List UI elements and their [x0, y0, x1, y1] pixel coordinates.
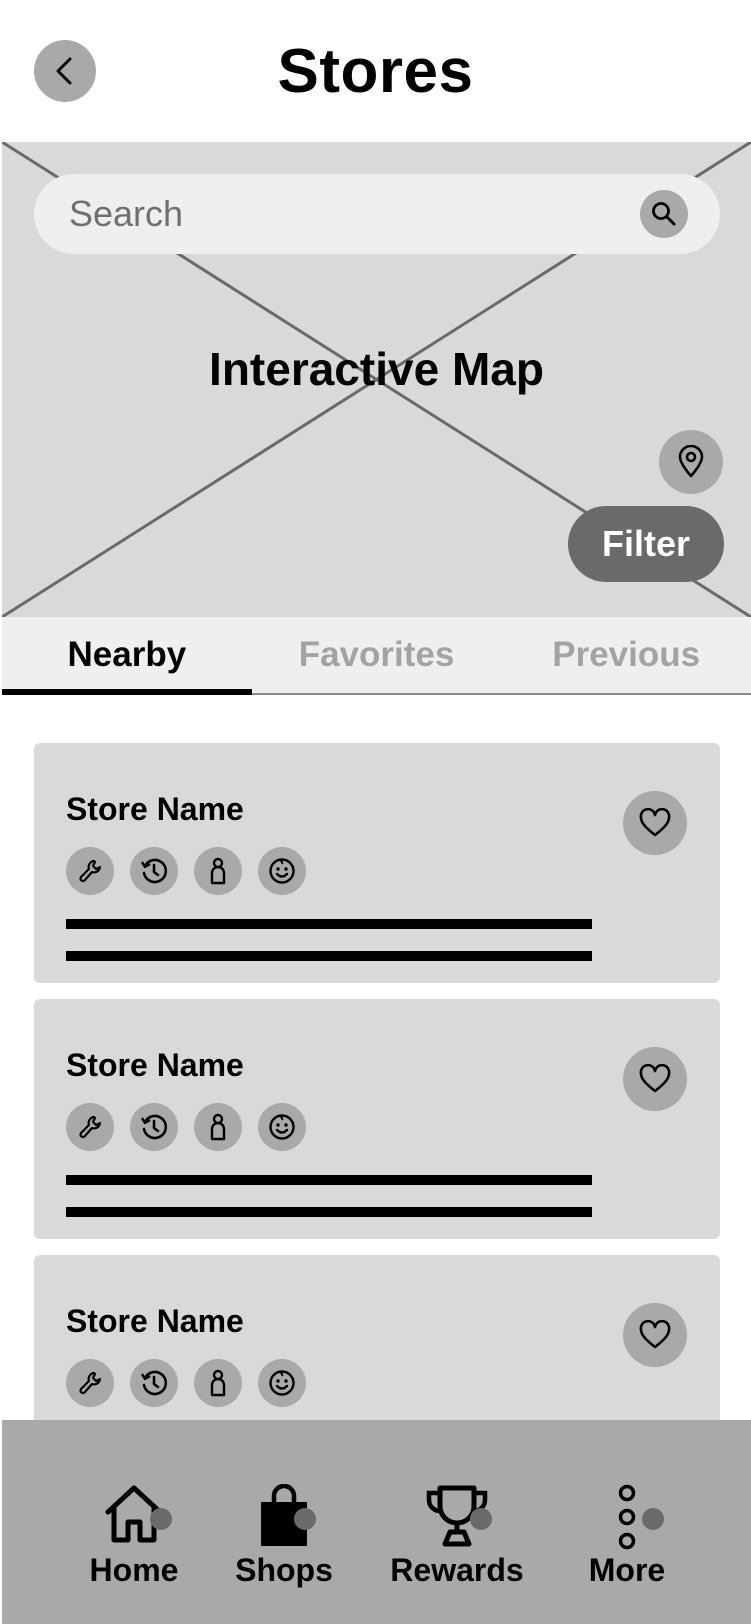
search-bar: [34, 174, 720, 254]
text-placeholder-line: [66, 919, 592, 929]
text-placeholder-line: [66, 951, 592, 961]
notification-dot: [294, 1508, 316, 1530]
nav-more[interactable]: More: [572, 1420, 682, 1624]
tab-previous[interactable]: Previous: [501, 617, 751, 693]
nav-rewards[interactable]: Rewards: [382, 1420, 532, 1624]
smiley-icon: [258, 847, 306, 895]
store-tabs: Nearby Favorites Previous: [2, 617, 751, 695]
favorite-button[interactable]: [623, 791, 687, 855]
service-icons: [66, 1359, 306, 1407]
history-icon: [130, 1359, 178, 1407]
nav-label-rewards: Rewards: [390, 1552, 524, 1588]
history-icon: [130, 847, 178, 895]
interactive-map[interactable]: Interactive Map Filter: [2, 142, 751, 617]
map-pin-icon: [678, 445, 704, 478]
nav-label-more: More: [588, 1552, 666, 1588]
store-name: Store Name: [66, 1047, 244, 1083]
store-card[interactable]: Store Name: [34, 999, 720, 1239]
text-placeholder-line: [66, 1175, 592, 1185]
wrench-icon: [66, 1359, 114, 1407]
my-location-button[interactable]: [659, 430, 723, 494]
page-title: Stores: [277, 37, 474, 106]
history-icon: [130, 1103, 178, 1151]
more-icon: [618, 1484, 636, 1550]
heart-icon: [639, 1064, 671, 1093]
search-input[interactable]: [67, 184, 587, 244]
tab-favorites[interactable]: Favorites: [252, 617, 502, 693]
bottom-navigation: Home Shops Rewards More: [2, 1420, 751, 1624]
nav-shops[interactable]: Shops: [224, 1420, 344, 1624]
store-name: Store Name: [66, 791, 244, 827]
heart-icon: [639, 808, 671, 837]
smiley-icon: [258, 1103, 306, 1151]
notification-dot: [150, 1508, 172, 1530]
wrench-icon: [66, 847, 114, 895]
notification-dot: [642, 1508, 664, 1530]
person-icon: [194, 1103, 242, 1151]
notification-dot: [470, 1508, 492, 1530]
smiley-icon: [258, 1359, 306, 1407]
nav-label-home: Home: [89, 1552, 179, 1588]
nav-label-shops: Shops: [235, 1552, 333, 1588]
nav-home[interactable]: Home: [74, 1420, 194, 1624]
search-icon: [652, 202, 676, 226]
store-card[interactable]: Store Name: [34, 743, 720, 983]
store-name: Store Name: [66, 1303, 244, 1339]
tab-nearby[interactable]: Nearby: [2, 617, 252, 695]
wrench-icon: [66, 1103, 114, 1151]
service-icons: [66, 847, 306, 895]
person-icon: [194, 847, 242, 895]
filter-button[interactable]: Filter: [568, 506, 724, 582]
text-placeholder-line: [66, 1207, 592, 1217]
favorite-button[interactable]: [623, 1047, 687, 1111]
favorite-button[interactable]: [623, 1303, 687, 1367]
person-icon: [194, 1359, 242, 1407]
heart-icon: [639, 1320, 671, 1349]
map-label: Interactive Map: [209, 343, 544, 395]
service-icons: [66, 1103, 306, 1151]
search-button[interactable]: [640, 190, 688, 238]
